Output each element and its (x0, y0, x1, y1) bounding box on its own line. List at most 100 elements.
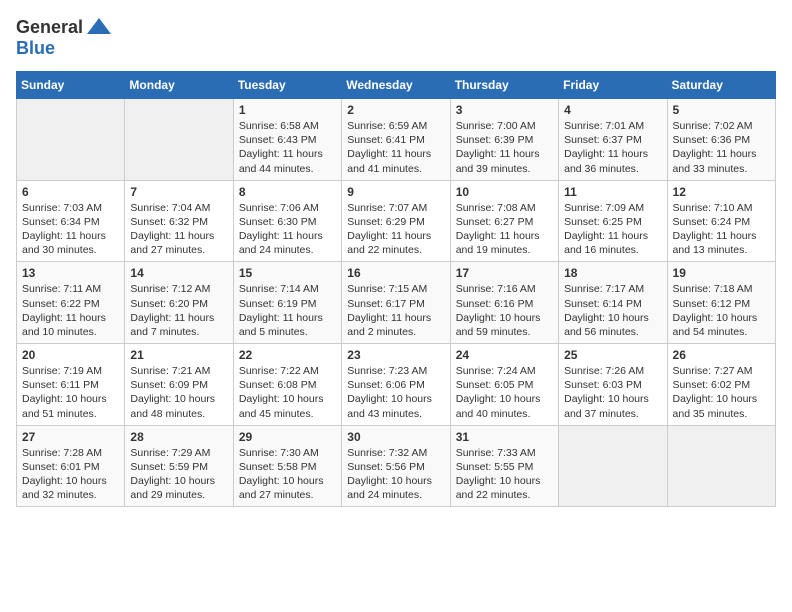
calendar-cell: 22 Sunrise: 7:22 AMSunset: 6:08 PMDayligh… (233, 344, 341, 426)
day-info: Sunrise: 7:07 AMSunset: 6:29 PMDaylight:… (347, 201, 444, 258)
day-info: Sunrise: 7:24 AMSunset: 6:05 PMDaylight:… (456, 364, 553, 421)
calendar-week-row: 1Sunrise: 6:58 AMSunset: 6:43 PMDaylight… (17, 99, 776, 181)
logo-blue-text: Blue (16, 38, 55, 59)
day-info: Sunrise: 7:12 AMSunset: 6:20 PMDaylight:… (130, 282, 227, 339)
calendar-cell: 24 Sunrise: 7:24 AMSunset: 6:05 PMDayligh… (450, 344, 558, 426)
day-info: Sunrise: 7:00 AMSunset: 6:39 PMDaylight:… (456, 119, 553, 176)
calendar-cell: 23 Sunrise: 7:23 AMSunset: 6:06 PMDayligh… (342, 344, 450, 426)
day-info: Sunrise: 7:04 AMSunset: 6:32 PMDaylight:… (130, 201, 227, 258)
day-info: Sunrise: 7:11 AMSunset: 6:22 PMDaylight:… (22, 282, 119, 339)
day-info: Sunrise: 7:15 AMSunset: 6:17 PMDaylight:… (347, 282, 444, 339)
header-tuesday: Tuesday (233, 72, 341, 99)
day-number: 26 (673, 348, 770, 362)
header-monday: Monday (125, 72, 233, 99)
day-info: Sunrise: 7:01 AMSunset: 6:37 PMDaylight:… (564, 119, 661, 176)
calendar-cell: 6Sunrise: 7:03 AMSunset: 6:34 PMDaylight… (17, 180, 125, 262)
day-number: 31 (456, 430, 553, 444)
calendar-table: SundayMondayTuesdayWednesdayThursdayFrid… (16, 71, 776, 507)
day-number: 28 (130, 430, 227, 444)
day-number: 2 (347, 103, 444, 117)
calendar-cell: 17 Sunrise: 7:16 AMSunset: 6:16 PMDayligh… (450, 262, 558, 344)
day-info: Sunrise: 7:23 AMSunset: 6:06 PMDaylight:… (347, 364, 444, 421)
calendar-cell: 27 Sunrise: 7:28 AMSunset: 6:01 PMDayligh… (17, 425, 125, 507)
day-number: 24 (456, 348, 553, 362)
day-number: 15 (239, 266, 336, 280)
calendar-cell: 19 Sunrise: 7:18 AMSunset: 6:12 PMDayligh… (667, 262, 775, 344)
calendar-cell: 28 Sunrise: 7:29 AMSunset: 5:59 PMDayligh… (125, 425, 233, 507)
day-number: 4 (564, 103, 661, 117)
calendar-week-row: 6Sunrise: 7:03 AMSunset: 6:34 PMDaylight… (17, 180, 776, 262)
day-info: Sunrise: 7:33 AMSunset: 5:55 PMDaylight:… (456, 446, 553, 503)
day-number: 29 (239, 430, 336, 444)
day-info: Sunrise: 7:08 AMSunset: 6:27 PMDaylight:… (456, 201, 553, 258)
calendar-cell: 5 Sunrise: 7:02 AMSunset: 6:36 PMDaylight… (667, 99, 775, 181)
calendar-cell: 30 Sunrise: 7:32 AMSunset: 5:56 PMDayligh… (342, 425, 450, 507)
day-info: Sunrise: 7:02 AMSunset: 6:36 PMDaylight:… (673, 119, 770, 176)
calendar-cell (125, 99, 233, 181)
day-info: Sunrise: 7:19 AMSunset: 6:11 PMDaylight:… (22, 364, 119, 421)
logo: General Blue (16, 16, 113, 59)
day-number: 7 (130, 185, 227, 199)
day-info: Sunrise: 6:59 AMSunset: 6:41 PMDaylight:… (347, 119, 444, 176)
calendar-header-row: SundayMondayTuesdayWednesdayThursdayFrid… (17, 72, 776, 99)
day-number: 25 (564, 348, 661, 362)
day-info: Sunrise: 7:14 AMSunset: 6:19 PMDaylight:… (239, 282, 336, 339)
day-info: Sunrise: 7:22 AMSunset: 6:08 PMDaylight:… (239, 364, 336, 421)
day-number: 21 (130, 348, 227, 362)
calendar-cell: 3Sunrise: 7:00 AMSunset: 6:39 PMDaylight… (450, 99, 558, 181)
calendar-cell (559, 425, 667, 507)
calendar-cell: 11 Sunrise: 7:09 AMSunset: 6:25 PMDayligh… (559, 180, 667, 262)
calendar-week-row: 13Sunrise: 7:11 AMSunset: 6:22 PMDayligh… (17, 262, 776, 344)
day-info: Sunrise: 7:18 AMSunset: 6:12 PMDaylight:… (673, 282, 770, 339)
day-number: 11 (564, 185, 661, 199)
day-number: 23 (347, 348, 444, 362)
calendar-cell: 20 Sunrise: 7:19 AMSunset: 6:11 PMDayligh… (17, 344, 125, 426)
day-number: 16 (347, 266, 444, 280)
calendar-cell: 2 Sunrise: 6:59 AMSunset: 6:41 PMDaylight… (342, 99, 450, 181)
day-number: 22 (239, 348, 336, 362)
calendar-week-row: 20 Sunrise: 7:19 AMSunset: 6:11 PMDayligh… (17, 344, 776, 426)
calendar-cell: 14 Sunrise: 7:12 AMSunset: 6:20 PMDayligh… (125, 262, 233, 344)
header-wednesday: Wednesday (342, 72, 450, 99)
day-number: 9 (347, 185, 444, 199)
calendar-cell: 29 Sunrise: 7:30 AMSunset: 5:58 PMDayligh… (233, 425, 341, 507)
day-number: 19 (673, 266, 770, 280)
day-info: Sunrise: 7:21 AMSunset: 6:09 PMDaylight:… (130, 364, 227, 421)
day-info: Sunrise: 7:27 AMSunset: 6:02 PMDaylight:… (673, 364, 770, 421)
day-info: Sunrise: 7:16 AMSunset: 6:16 PMDaylight:… (456, 282, 553, 339)
day-info: Sunrise: 7:10 AMSunset: 6:24 PMDaylight:… (673, 201, 770, 258)
day-info: Sunrise: 7:30 AMSunset: 5:58 PMDaylight:… (239, 446, 336, 503)
header-thursday: Thursday (450, 72, 558, 99)
calendar-cell: 21 Sunrise: 7:21 AMSunset: 6:09 PMDayligh… (125, 344, 233, 426)
calendar-cell: 4 Sunrise: 7:01 AMSunset: 6:37 PMDaylight… (559, 99, 667, 181)
day-info: Sunrise: 7:06 AMSunset: 6:30 PMDaylight:… (239, 201, 336, 258)
day-number: 8 (239, 185, 336, 199)
calendar-cell (17, 99, 125, 181)
page-header: General Blue (16, 16, 776, 59)
day-number: 14 (130, 266, 227, 280)
header-saturday: Saturday (667, 72, 775, 99)
calendar-cell: 9 Sunrise: 7:07 AMSunset: 6:29 PMDaylight… (342, 180, 450, 262)
calendar-cell: 1Sunrise: 6:58 AMSunset: 6:43 PMDaylight… (233, 99, 341, 181)
calendar-cell: 16 Sunrise: 7:15 AMSunset: 6:17 PMDayligh… (342, 262, 450, 344)
calendar-cell: 26 Sunrise: 7:27 AMSunset: 6:02 PMDayligh… (667, 344, 775, 426)
day-info: Sunrise: 7:32 AMSunset: 5:56 PMDaylight:… (347, 446, 444, 503)
day-number: 30 (347, 430, 444, 444)
day-info: Sunrise: 7:09 AMSunset: 6:25 PMDaylight:… (564, 201, 661, 258)
day-number: 18 (564, 266, 661, 280)
day-info: Sunrise: 7:03 AMSunset: 6:34 PMDaylight:… (22, 201, 119, 258)
day-number: 10 (456, 185, 553, 199)
day-info: Sunrise: 7:28 AMSunset: 6:01 PMDaylight:… (22, 446, 119, 503)
calendar-cell: 10 Sunrise: 7:08 AMSunset: 6:27 PMDayligh… (450, 180, 558, 262)
day-info: Sunrise: 6:58 AMSunset: 6:43 PMDaylight:… (239, 119, 336, 176)
day-number: 20 (22, 348, 119, 362)
day-number: 27 (22, 430, 119, 444)
calendar-cell: 15 Sunrise: 7:14 AMSunset: 6:19 PMDayligh… (233, 262, 341, 344)
calendar-cell: 25Sunrise: 7:26 AMSunset: 6:03 PMDayligh… (559, 344, 667, 426)
calendar-cell: 8 Sunrise: 7:06 AMSunset: 6:30 PMDaylight… (233, 180, 341, 262)
day-info: Sunrise: 7:29 AMSunset: 5:59 PMDaylight:… (130, 446, 227, 503)
day-number: 17 (456, 266, 553, 280)
calendar-week-row: 27 Sunrise: 7:28 AMSunset: 6:01 PMDayligh… (17, 425, 776, 507)
day-number: 5 (673, 103, 770, 117)
calendar-cell (667, 425, 775, 507)
